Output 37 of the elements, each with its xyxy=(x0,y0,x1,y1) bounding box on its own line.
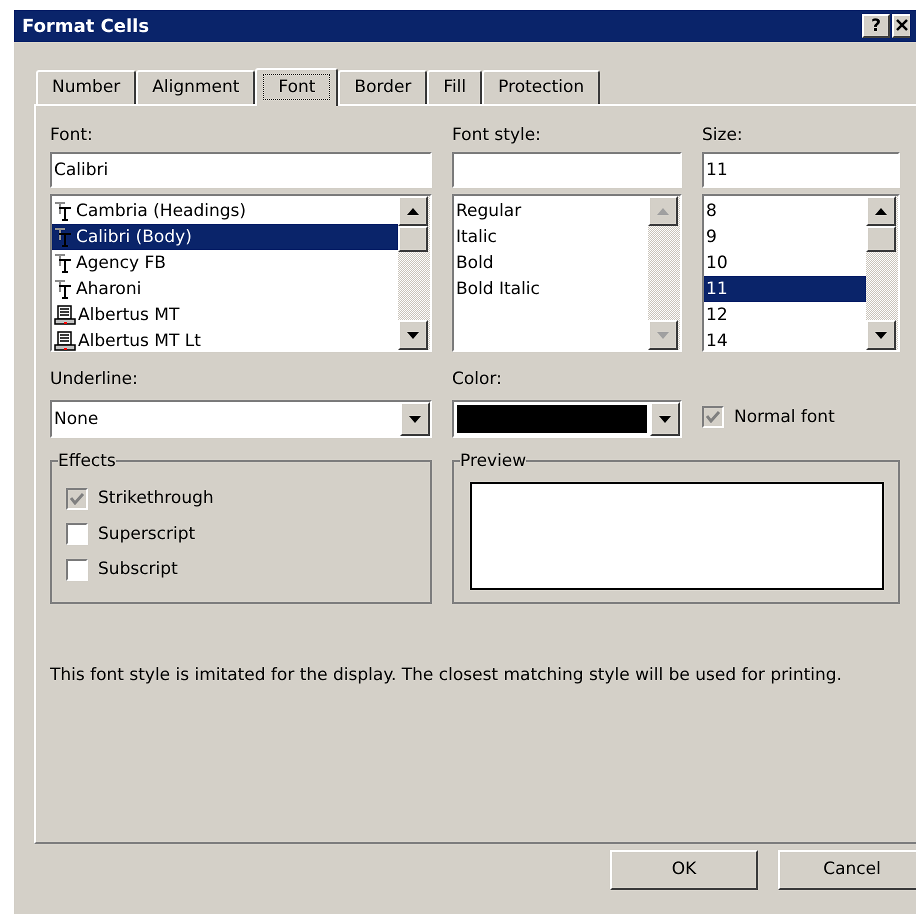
text-field[interactable]: 11 xyxy=(702,152,900,188)
list-item[interactable]: Agency FB xyxy=(52,250,398,276)
list-item[interactable]: 12 xyxy=(704,302,866,328)
list-item[interactable]: 8 xyxy=(704,198,866,224)
tab[interactable]: Number xyxy=(36,70,136,104)
window-title: Format Cells xyxy=(22,14,150,38)
list-item[interactable]: Albertus MT Lt xyxy=(52,328,398,354)
list-item[interactable]: Bold Italic xyxy=(454,276,648,302)
text-field[interactable]: Calibri xyxy=(50,152,432,188)
tab[interactable]: Font xyxy=(255,68,338,106)
field-label: Size: xyxy=(702,124,744,147)
underline-dropdown[interactable]: None xyxy=(50,400,432,438)
tab[interactable]: Fill xyxy=(427,70,482,104)
list-item[interactable]: Regular xyxy=(454,198,648,224)
field-label: Underline: xyxy=(50,368,139,391)
list-item[interactable]: Aharoni xyxy=(52,276,398,302)
info-text: This font style is imitated for the display. The closest matching style will be used for printing. xyxy=(50,664,843,687)
checkbox[interactable]: Superscript xyxy=(66,522,430,547)
dialog-button[interactable]: OK xyxy=(610,850,758,890)
list-item[interactable]: 10 xyxy=(704,250,866,276)
dialog-button[interactable]: Cancel xyxy=(778,850,916,890)
tab[interactable]: Alignment xyxy=(136,70,256,104)
field-label: Font: xyxy=(50,124,94,147)
field-label: Font style: xyxy=(452,124,542,147)
tab[interactable]: Border xyxy=(338,70,428,104)
list-item[interactable]: Calibri (Body) xyxy=(52,224,398,250)
tab[interactable]: Protection xyxy=(482,70,600,104)
list-item[interactable]: Bold xyxy=(454,250,648,276)
field-label: Color: xyxy=(452,368,503,391)
list-item[interactable]: Italic xyxy=(454,224,648,250)
help-button[interactable]: ? xyxy=(862,14,890,38)
checkbox[interactable]: Subscript xyxy=(66,557,430,582)
list-item[interactable]: Cambria (Headings) xyxy=(52,198,398,224)
list-item[interactable]: Albertus MT xyxy=(52,302,398,328)
list-item[interactable]: 14 xyxy=(704,328,866,354)
list-item[interactable]: 11 xyxy=(704,276,866,302)
list-item[interactable]: 9 xyxy=(704,224,866,250)
